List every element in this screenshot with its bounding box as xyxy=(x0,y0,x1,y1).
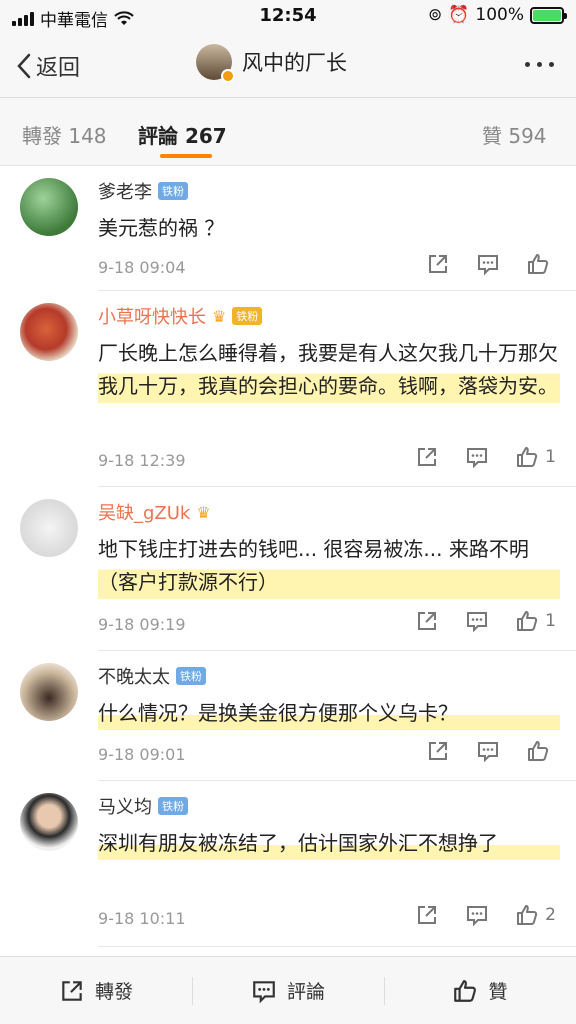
comment-time: 9-18 10:11 xyxy=(98,909,186,928)
comment-time: 9-18 09:19 xyxy=(98,615,186,634)
comment-icon xyxy=(467,906,488,927)
alarm-icon: ⏰ xyxy=(448,5,470,25)
share-icon xyxy=(429,742,447,760)
battery-percent: 100% xyxy=(475,5,524,25)
rotation-lock-icon: ⊚ xyxy=(427,5,443,25)
avatar[interactable] xyxy=(20,303,78,361)
back-button[interactable]: 返回 xyxy=(16,50,80,82)
like-button[interactable]: 2 xyxy=(515,903,556,927)
avatar[interactable] xyxy=(20,793,78,851)
crown-icon: ♛ xyxy=(212,306,227,326)
comment-time: 9-18 12:39 xyxy=(98,451,186,470)
navigation-bar: 返回 风中的厂长 xyxy=(0,32,576,98)
tab-bar: 轉發 148 評論 267 贊 594 xyxy=(0,98,576,166)
avatar xyxy=(196,44,235,83)
bottom-action-bar: 轉發 評論 贊 xyxy=(0,956,576,1024)
like-button[interactable] xyxy=(526,739,556,763)
share-icon xyxy=(429,255,447,273)
verified-icon xyxy=(221,69,235,83)
avatar[interactable] xyxy=(20,499,78,557)
comment-text: 厂长晚上怎么睡得着，我要是有人这欠我几十万那欠我几十万，我真的会担心的要命。钱啊… xyxy=(98,337,560,403)
thumbs-up-icon xyxy=(517,905,538,925)
like-button[interactable] xyxy=(526,252,556,276)
comment-time: 9-18 09:01 xyxy=(98,745,186,764)
repost-label: 轉發 xyxy=(94,981,133,1003)
comment-label: 評論 xyxy=(286,981,325,1003)
share-button[interactable] xyxy=(415,609,439,633)
comment-icon xyxy=(478,255,498,276)
comment-text: 什么情况？是换美金很方便那个义乌卡？ xyxy=(98,697,560,730)
reply-button[interactable] xyxy=(476,739,500,763)
comment-username[interactable]: 小草呀快快长 xyxy=(98,303,206,329)
comment-icon xyxy=(467,448,488,469)
comment-text: 美元惹的祸 ？ xyxy=(98,216,225,240)
fan-badge: 铁粉 xyxy=(158,182,188,200)
comment-list: 爹老李 铁粉 美元惹的祸 ？ 9-18 09:04 小草呀快快长 ♛ 铁粉 厂长… xyxy=(0,166,576,947)
like-count: 1 xyxy=(545,611,556,631)
reply-button[interactable] xyxy=(465,445,489,469)
comment-item: 不晚太太 铁粉 什么情况？是换美金很方便那个义乌卡？ 9-18 09:01 xyxy=(20,651,576,781)
comment-username[interactable]: 爹老李 xyxy=(98,178,152,204)
share-button[interactable] xyxy=(426,252,450,276)
like-count: 2 xyxy=(545,905,556,925)
reply-button[interactable] xyxy=(476,252,500,276)
tab-like[interactable]: 贊 594 xyxy=(482,120,547,149)
share-icon xyxy=(418,906,437,924)
page-title: 风中的厂长 xyxy=(242,51,347,75)
share-icon xyxy=(418,612,437,630)
comment-item: 爹老李 铁粉 美元惹的祸 ？ 9-18 09:04 xyxy=(20,166,576,291)
thumbs-up-icon xyxy=(454,979,477,1002)
fan-badge: 铁粉 xyxy=(158,797,188,815)
status-bar: 中華電信 12:54 ⊚ ⏰ 100% xyxy=(0,0,576,32)
like-count: 1 xyxy=(545,447,556,467)
like-label: 贊 xyxy=(488,981,508,1003)
battery-icon xyxy=(530,6,567,24)
reply-button[interactable] xyxy=(465,903,489,927)
thumbs-up-icon xyxy=(517,611,538,631)
comment-username[interactable]: 马义均 xyxy=(98,793,152,819)
comment-item: 马义均 铁粉 深圳有朋友被冻结了，估计国家外汇不想挣了 9-18 10:11 2 xyxy=(20,781,576,947)
share-button[interactable] xyxy=(426,739,450,763)
more-options-icon[interactable] xyxy=(525,62,554,67)
back-label: 返回 xyxy=(36,56,81,81)
chevron-left-icon xyxy=(17,53,31,79)
tab-indicator xyxy=(160,154,212,158)
like-button[interactable]: 1 xyxy=(515,445,556,469)
comment-username[interactable]: 不晚太太 xyxy=(98,663,170,689)
share-button[interactable] xyxy=(415,445,439,469)
comment-icon xyxy=(467,612,488,633)
thumbs-up-icon xyxy=(528,254,549,274)
comment-text: 深圳有朋友被冻结了，估计国家外汇不想挣了 xyxy=(98,827,560,860)
crown-icon: ♛ xyxy=(196,502,211,522)
thumbs-up-icon xyxy=(517,447,538,467)
avatar[interactable] xyxy=(20,663,78,721)
comment-item: 小草呀快快长 ♛ 铁粉 厂长晚上怎么睡得着，我要是有人这欠我几十万那欠我几十万，… xyxy=(20,291,576,487)
share-button[interactable] xyxy=(415,903,439,927)
comment-username[interactable]: 吴缺_gZUk xyxy=(98,499,190,525)
share-icon xyxy=(62,980,82,1001)
comment-icon xyxy=(478,742,498,763)
like-button[interactable]: 1 xyxy=(515,609,556,633)
comment-icon xyxy=(253,980,275,1003)
reply-button[interactable] xyxy=(465,609,489,633)
comment-item: 吴缺_gZUk ♛ 地下钱庄打进去的钱吧... 很容易被冻... 来路不明 （客… xyxy=(20,487,576,651)
avatar[interactable] xyxy=(20,178,78,236)
fan-badge: 铁粉 xyxy=(176,667,206,685)
comment-text: 地下钱庄打进去的钱吧... 很容易被冻... 来路不明 （客户打款源不行） xyxy=(98,533,560,599)
share-icon xyxy=(418,448,437,466)
comment-button[interactable]: 評論 xyxy=(192,957,384,1024)
comment-time: 9-18 09:04 xyxy=(98,258,186,277)
tab-comment[interactable]: 評論 267 xyxy=(138,120,227,149)
like-button[interactable]: 贊 xyxy=(384,957,576,1024)
thumbs-up-icon xyxy=(528,741,549,761)
tab-repost[interactable]: 轉發 148 xyxy=(22,120,107,149)
repost-button[interactable]: 轉發 xyxy=(0,957,192,1024)
fan-badge: 铁粉 xyxy=(232,307,263,325)
nav-profile[interactable]: 风中的厂长 xyxy=(196,44,347,83)
